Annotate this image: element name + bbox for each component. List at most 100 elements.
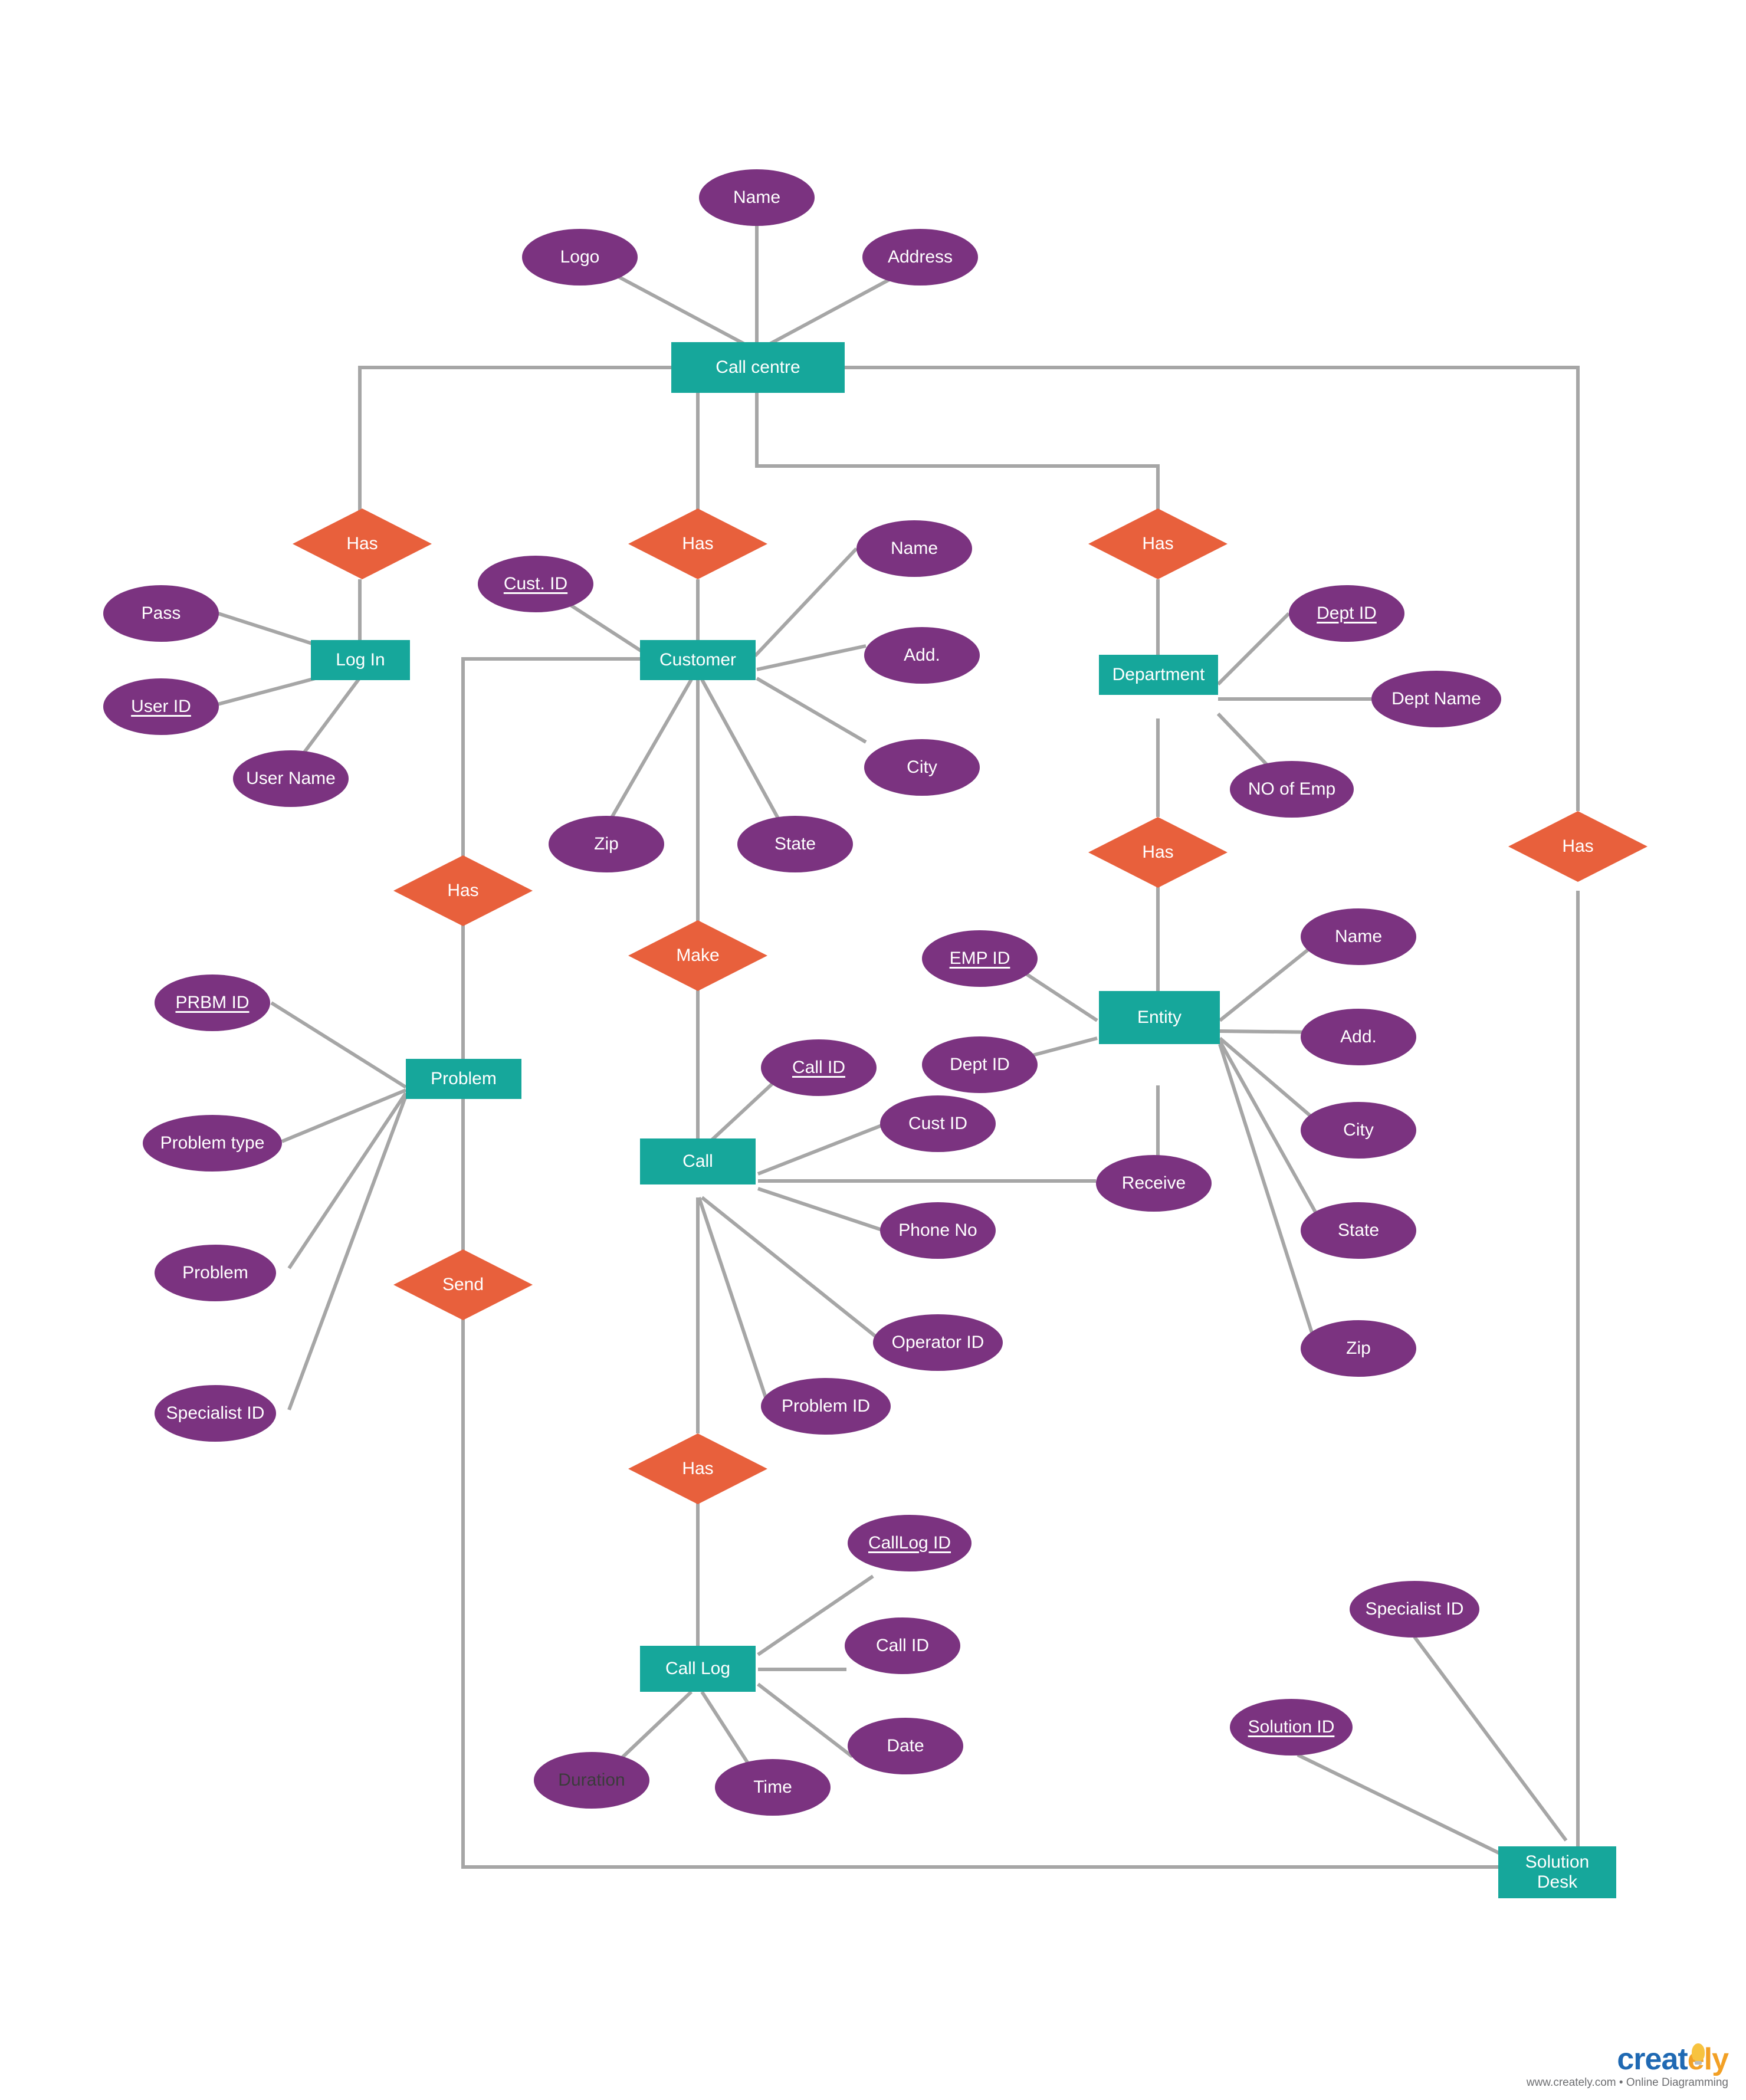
entity-label: Log In bbox=[336, 649, 385, 670]
attribute-label: Name bbox=[1334, 926, 1383, 946]
attribute-label: Address bbox=[887, 247, 953, 267]
edge-layer bbox=[215, 214, 1580, 1869]
attribute-customer-city[interactable]: City bbox=[864, 739, 980, 796]
attribute-entity-add[interactable]: Add. bbox=[1301, 1009, 1416, 1065]
attribute-login-user-id[interactable]: User ID bbox=[103, 678, 219, 735]
attribute-label: Time bbox=[753, 1777, 792, 1797]
attribute-login-pass[interactable]: Pass bbox=[103, 585, 219, 642]
attribute-solutiondesk-solution-id[interactable]: Solution ID bbox=[1230, 1699, 1353, 1756]
attribute-label: Call ID bbox=[792, 1057, 845, 1077]
attribute-calllog-date[interactable]: Date bbox=[848, 1718, 963, 1774]
attribute-solutiondesk-specialist-id[interactable]: Specialist ID bbox=[1350, 1581, 1479, 1638]
entity-label: Problem bbox=[431, 1068, 497, 1088]
attribute-label: Zip bbox=[1346, 1338, 1371, 1358]
relationship-label: Has bbox=[1562, 836, 1594, 856]
attribute-entity-city[interactable]: City bbox=[1301, 1102, 1416, 1159]
attribute-label: NO of Emp bbox=[1248, 779, 1336, 799]
entity-solution-desk[interactable]: Solution Desk bbox=[1498, 1846, 1616, 1898]
relationship-has-department[interactable]: Has bbox=[1088, 508, 1228, 579]
attribute-login-user-name[interactable]: User Name bbox=[233, 750, 349, 807]
entity-call-log[interactable]: Call Log bbox=[640, 1646, 756, 1692]
edge-callcentre-logo bbox=[609, 271, 753, 350]
entity-call[interactable]: Call bbox=[640, 1138, 756, 1184]
attribute-label: Dept ID bbox=[1317, 603, 1377, 623]
relationship-make[interactable]: Make bbox=[628, 920, 767, 991]
entity-problem[interactable]: Problem bbox=[406, 1059, 521, 1099]
edge-problem-prbmid bbox=[270, 1001, 407, 1089]
edge-department-deptid bbox=[1216, 612, 1291, 686]
attribute-calllog-call-id[interactable]: Call ID bbox=[845, 1617, 960, 1674]
attribute-call-centre-address[interactable]: Address bbox=[862, 229, 978, 286]
attribute-call-problem-id[interactable]: Problem ID bbox=[761, 1378, 891, 1435]
attribute-problem-prbm-id[interactable]: PRBM ID bbox=[155, 974, 270, 1031]
relationship-has-login[interactable]: Has bbox=[293, 508, 432, 579]
logo-part-ly: ly bbox=[1704, 2042, 1729, 2076]
attribute-call-centre-name[interactable]: Name bbox=[699, 169, 815, 226]
attribute-label: Dept Name bbox=[1391, 688, 1481, 708]
relationship-send[interactable]: Send bbox=[393, 1249, 533, 1320]
attribute-customer-zip[interactable]: Zip bbox=[549, 816, 664, 872]
relationship-label: Send bbox=[442, 1274, 484, 1294]
entity-label: Entity bbox=[1137, 1007, 1182, 1027]
attribute-department-no-of-emp[interactable]: NO of Emp bbox=[1230, 761, 1354, 818]
relationship-has-customer[interactable]: Has bbox=[628, 508, 767, 579]
attribute-label: Problem ID bbox=[781, 1396, 871, 1416]
attribute-label: Date bbox=[887, 1735, 924, 1756]
relationship-label: Has bbox=[682, 1458, 714, 1478]
edge-call-custid bbox=[757, 1122, 887, 1176]
attribute-entity-emp-id[interactable]: EMP ID bbox=[922, 930, 1038, 987]
attribute-problem-problem-type[interactable]: Problem type bbox=[143, 1115, 282, 1172]
entity-label: Call Log bbox=[665, 1658, 731, 1678]
attribute-department-dept-name[interactable]: Dept Name bbox=[1371, 671, 1501, 727]
edge-call-phoneno bbox=[757, 1187, 882, 1232]
attribute-call-call-id[interactable]: Call ID bbox=[761, 1039, 877, 1096]
attribute-label: Phone No bbox=[898, 1220, 977, 1240]
entity-label: Call centre bbox=[716, 357, 800, 377]
relationship-has-right[interactable]: Has bbox=[1508, 811, 1647, 882]
relationship-has-entity[interactable]: Has bbox=[1088, 817, 1228, 888]
attribute-customer-add[interactable]: Add. bbox=[864, 627, 980, 684]
entity-log-in[interactable]: Log In bbox=[311, 640, 410, 680]
logo-part-creat: creat bbox=[1617, 2042, 1688, 2076]
attribute-calllog-time[interactable]: Time bbox=[715, 1759, 831, 1816]
attribute-label: State bbox=[774, 834, 816, 854]
attribute-label: Name bbox=[890, 538, 938, 558]
entity-call-centre[interactable]: Call centre bbox=[671, 342, 845, 393]
entity-department[interactable]: Department bbox=[1099, 655, 1218, 695]
entity-entity[interactable]: Entity bbox=[1099, 991, 1220, 1044]
relationship-label: Has bbox=[682, 533, 714, 553]
entity-label: Department bbox=[1112, 664, 1205, 684]
entity-label: Customer bbox=[659, 649, 737, 670]
attribute-label: Name bbox=[733, 187, 781, 207]
attribute-entity-dept-id[interactable]: Dept ID bbox=[922, 1036, 1038, 1093]
relationship-has-calllog[interactable]: Has bbox=[628, 1433, 767, 1504]
attribute-entity-zip[interactable]: Zip bbox=[1301, 1320, 1416, 1377]
attribute-call-centre-logo[interactable]: Logo bbox=[522, 229, 638, 286]
attribute-customer-cust-id[interactable]: Cust. ID bbox=[478, 556, 593, 612]
entity-customer[interactable]: Customer bbox=[640, 640, 756, 680]
attribute-entity-state[interactable]: State bbox=[1301, 1202, 1416, 1259]
creately-watermark: creately www.creately.com • Online Diagr… bbox=[1527, 2042, 1729, 2089]
relationship-has-problem[interactable]: Has bbox=[393, 855, 533, 926]
attribute-call-receive[interactable]: Receive bbox=[1096, 1155, 1212, 1212]
er-diagram-canvas: Name Logo Address Call centre Has Has Ha… bbox=[0, 0, 1746, 2100]
attribute-problem-problem[interactable]: Problem bbox=[155, 1245, 276, 1301]
attribute-calllog-calllog-id[interactable]: CallLog ID bbox=[848, 1515, 972, 1571]
attribute-label: Add. bbox=[904, 645, 940, 665]
attribute-call-operator-id[interactable]: Operator ID bbox=[873, 1314, 1003, 1371]
attribute-calllog-duration[interactable]: Duration bbox=[534, 1752, 649, 1809]
attribute-label: Cust. ID bbox=[503, 573, 568, 593]
edge-entity-zip bbox=[1218, 1044, 1317, 1344]
attribute-customer-name[interactable]: Name bbox=[856, 520, 972, 577]
attribute-call-phone-no[interactable]: Phone No bbox=[880, 1202, 996, 1259]
attribute-problem-specialist-id[interactable]: Specialist ID bbox=[155, 1385, 276, 1442]
attribute-call-cust-id[interactable]: Cust ID bbox=[880, 1095, 996, 1152]
attribute-label: Specialist ID bbox=[166, 1403, 265, 1423]
attribute-customer-state[interactable]: State bbox=[737, 816, 853, 872]
attribute-label: Solution ID bbox=[1248, 1717, 1335, 1737]
attribute-label: Specialist ID bbox=[1365, 1599, 1464, 1619]
edge-customer-zip bbox=[606, 678, 693, 826]
attribute-entity-name[interactable]: Name bbox=[1301, 908, 1416, 965]
entity-label: Call bbox=[682, 1151, 713, 1171]
attribute-department-dept-id[interactable]: Dept ID bbox=[1289, 585, 1404, 642]
